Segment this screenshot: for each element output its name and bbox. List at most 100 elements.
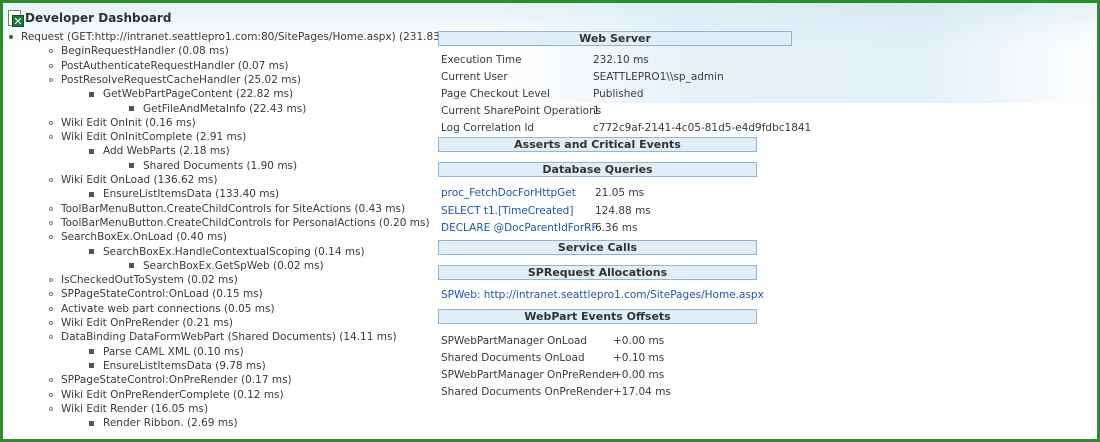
developer-dashboard: Developer Dashboard Request (GET:http://…: [0, 0, 1100, 442]
tree-item: SearchBoxEx.HandleContextualScoping (0.1…: [89, 245, 365, 259]
webpart-event-label: Shared Documents OnLoad: [441, 352, 585, 364]
bullet-icon: [49, 406, 53, 411]
tree-item-label: Shared Documents (1.90 ms): [143, 159, 298, 172]
tree-item-label: EnsureListItemsData (9.78 ms): [103, 359, 266, 372]
tree-item: Wiki Edit OnInitComplete (2.91 ms): [49, 130, 246, 144]
tree-item: Wiki Edit OnInit (0.16 ms): [49, 116, 196, 130]
webpart-event-label: SPWebPartManager OnLoad: [441, 335, 588, 347]
bullet-icon: [89, 148, 94, 154]
web-server-row-label: Log Correlation Id: [441, 122, 535, 134]
db-query-value: 21.05 ms: [595, 187, 645, 199]
bullet-icon: [49, 63, 53, 68]
bullet-icon: [89, 249, 94, 254]
tree-item-label: Wiki Edit OnPreRender (0.21 ms): [61, 317, 234, 329]
tree-item: ToolBarMenuButton.CreateChildControls fo…: [49, 216, 430, 230]
webpart-events-header: WebPart Events Offsets: [438, 309, 757, 324]
tree-item-label: Parse CAML XML (0.10 ms): [103, 345, 244, 358]
tree-item-label: SearchBoxEx.HandleContextualScoping (0.1…: [103, 245, 365, 258]
bullet-icon: [129, 106, 134, 111]
sprequest-header: SPRequest Allocations: [438, 265, 757, 280]
web-server-row-value: Published: [593, 88, 644, 100]
db-query-label[interactable]: SELECT t1.[TimeCreated]: [441, 204, 573, 218]
db-query-value: 124.88 ms: [595, 204, 651, 217]
tree-item: DataBinding DataFormWebPart (Shared Docu…: [49, 330, 397, 344]
webpart-event-label: Shared Documents OnPreRender: [441, 386, 614, 398]
sprequest-link[interactable]: SPWeb: http://intranet.seattlepro1.com/S…: [441, 288, 764, 302]
webpart-event-value: +0.10 ms: [613, 352, 665, 364]
tree-item-label: GetFileAndMetaInfo (22.43 ms): [143, 102, 307, 115]
db-query-label[interactable]: DECLARE @DocParentIdForRF: [441, 221, 598, 235]
tree-item-label: Request (GET:http://intranet.seattlepro1…: [21, 31, 463, 43]
dashboard-title: Developer Dashboard: [25, 11, 172, 25]
bullet-icon: [49, 378, 53, 383]
tree-item: Add WebParts (2.18 ms): [89, 144, 230, 158]
webpart-event-label: SPWebPartManager OnPreRender: [441, 369, 616, 381]
webpart-event-value: +0.00 ms: [613, 369, 665, 381]
tree-item: Parse CAML XML (0.10 ms): [89, 345, 244, 359]
tree-item: GetWebPartPageContent (22.82 ms): [89, 87, 293, 101]
tree-item-label: Render Ribbon. (2.69 ms): [103, 417, 238, 430]
web-server-row-label: Page Checkout Level: [441, 88, 550, 100]
bullet-icon: [129, 263, 134, 269]
tree-item-label: ToolBarMenuButton.CreateChildControls fo…: [61, 216, 430, 229]
tree-item: Render Ribbon. (2.69 ms): [89, 416, 238, 430]
tree-item: Wiki Edit OnLoad (136.62 ms): [49, 173, 218, 187]
web-server-row-value: c772c9af-2141-4c05-81d5-e4d9fdbc1841: [593, 122, 812, 134]
web-server-row-label: Current SharePoint Operations: [441, 105, 602, 117]
bullet-icon: [49, 135, 53, 140]
db-query-value: 6.36 ms: [595, 222, 638, 234]
tree-item: Wiki Edit OnPreRender (0.21 ms): [49, 316, 233, 330]
service-calls-header: Service Calls: [438, 240, 757, 255]
tree-item-label: IsCheckedOutToSystem (0.02 ms): [61, 274, 238, 287]
tree-item: SearchBoxEx.OnLoad (0.40 ms): [49, 230, 227, 244]
dashboard-icon: [7, 10, 24, 27]
bullet-icon: [89, 349, 94, 355]
bullet-icon: [89, 363, 94, 369]
tree-item-label: GetWebPartPageContent (22.82 ms): [103, 88, 294, 101]
bullet-icon: [49, 120, 53, 125]
tree-item: Wiki Edit Render (16.05 ms): [49, 402, 208, 416]
bullet-icon: [49, 278, 53, 283]
web-server-row-value: 232.10 ms: [593, 54, 649, 66]
database-queries-header: Database Queries: [438, 162, 757, 177]
bullet-icon: [49, 292, 53, 297]
dashboard-header: Developer Dashboard: [7, 8, 171, 28]
tree-item: Activate web part connections (0.05 ms): [49, 302, 275, 316]
bullet-icon: [49, 206, 53, 211]
tree-item-label: SearchBoxEx.GetSpWeb (0.02 ms): [143, 259, 324, 272]
bullet-icon: [49, 220, 53, 225]
tree-item: Wiki Edit OnPreRenderComplete (0.12 ms): [49, 388, 284, 402]
tree-item-label: Wiki Edit OnInit (0.16 ms): [61, 116, 196, 129]
tree-item: SPPageStateControl:OnPreRender (0.17 ms): [49, 373, 292, 387]
tree-item: IsCheckedOutToSystem (0.02 ms): [49, 273, 238, 287]
bullet-icon: [49, 77, 53, 82]
bullet-icon: [89, 420, 94, 426]
bullet-icon: [89, 91, 94, 97]
bullet-icon: [49, 49, 53, 54]
bullet-icon: [49, 178, 53, 182]
tree-item: EnsureListItemsData (133.40 ms): [89, 187, 279, 201]
bullet-icon: [49, 306, 53, 311]
tree-item-label: PostAuthenticateRequestHandler (0.07 ms): [61, 59, 289, 72]
tree-item-label: Activate web part connections (0.05 ms): [61, 302, 275, 315]
web-server-header: Web Server: [438, 31, 792, 46]
tree-item: GetFileAndMetaInfo (22.43 ms): [129, 102, 306, 116]
bullet-icon: [49, 321, 53, 325]
web-server-row-value: 1: [593, 105, 600, 117]
tree-item: Shared Documents (1.90 ms): [129, 159, 297, 173]
tree-item-label: Wiki Edit OnPreRenderComplete (0.12 ms): [61, 388, 284, 401]
tree-item-label: Add WebParts (2.18 ms): [103, 145, 230, 158]
tree-item: SPPageStateControl:OnLoad (0.15 ms): [49, 287, 263, 301]
db-query-label[interactable]: proc_FetchDocForHttpGet: [441, 186, 576, 200]
tree-item-label: SPPageStateControl:OnPreRender (0.17 ms): [61, 374, 292, 387]
tree-item-label: DataBinding DataFormWebPart (Shared Docu…: [61, 331, 397, 344]
tree-item-label: EnsureListItemsData (133.40 ms): [103, 188, 280, 201]
tree-item-label: ToolBarMenuButton.CreateChildControls fo…: [61, 202, 406, 215]
tree-item-label: SearchBoxEx.OnLoad (0.40 ms): [61, 231, 227, 244]
tree-item-label: Wiki Edit OnLoad (136.62 ms): [61, 174, 218, 186]
tree-item-label: SPPageStateControl:OnLoad (0.15 ms): [61, 288, 263, 301]
tree-item: Request (GET:http://intranet.seattlepro1…: [9, 30, 463, 44]
tree-item-label: PostResolveRequestCacheHandler (25.02 ms…: [61, 73, 302, 86]
bullet-icon: [49, 335, 53, 340]
tree-item: ToolBarMenuButton.CreateChildControls fo…: [49, 202, 405, 216]
